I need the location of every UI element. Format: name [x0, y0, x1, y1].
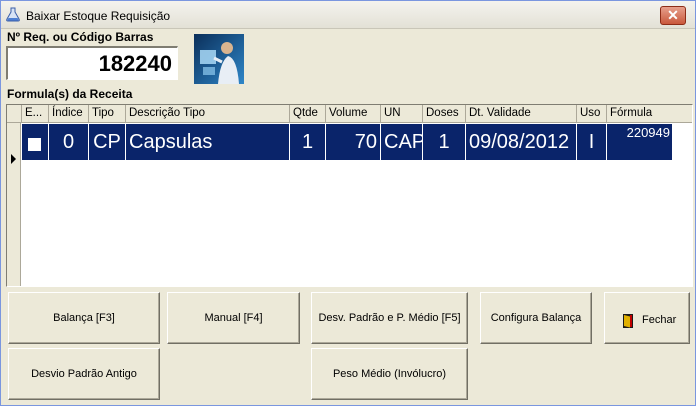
- cell-tipo: CP: [89, 124, 126, 160]
- checkbox-cell[interactable]: [22, 124, 49, 160]
- cell-qtde: 1: [290, 124, 326, 160]
- window-title: Baixar Estoque Requisição: [26, 9, 171, 23]
- flask-icon: [6, 7, 20, 22]
- header-indice[interactable]: Índice: [49, 105, 89, 123]
- cell-indice: 0: [49, 124, 89, 160]
- header-formula[interactable]: Fórmula: [607, 105, 692, 123]
- cell-validade: 09/08/2012: [466, 124, 577, 160]
- header-uso[interactable]: Uso: [577, 105, 607, 123]
- close-button[interactable]: ✕: [660, 6, 686, 25]
- row-checkbox[interactable]: [28, 138, 41, 151]
- table-row[interactable]: 0 CP Capsulas 1 70 CAP 1 09/08/2012 I 22…: [22, 124, 672, 160]
- header-descricao[interactable]: Descrição Tipo: [126, 105, 290, 123]
- configura-balanca-button-label: Configura Balança: [490, 312, 582, 324]
- desvio-padrao-antigo-button-label: Desvio Padrão Antigo: [31, 368, 137, 380]
- cell-volume: 70: [326, 124, 381, 160]
- cell-descricao: Capsulas: [126, 124, 290, 160]
- cell-formula: 220949: [626, 125, 670, 140]
- header-e[interactable]: E...: [22, 105, 49, 123]
- configura-balanca-button[interactable]: Configura Balança: [480, 292, 592, 344]
- balanca-button[interactable]: Balança [F3]: [8, 292, 160, 344]
- request-label: Nº Req. ou Código Barras: [7, 30, 154, 44]
- fechar-button-label: Fechar: [642, 314, 677, 326]
- exit-door-icon: [623, 314, 633, 328]
- current-row-arrow-icon: [11, 154, 16, 164]
- row-indicator-column: [7, 123, 21, 286]
- title-bar[interactable]: Baixar Estoque Requisição ✕: [1, 1, 695, 29]
- formulas-grid[interactable]: E... Índice Tipo Descrição Tipo Qtde Vol…: [6, 104, 693, 287]
- request-code-input[interactable]: [6, 46, 178, 80]
- grid-header: E... Índice Tipo Descrição Tipo Qtde Vol…: [7, 105, 692, 123]
- formulas-label: Formula(s) da Receita: [7, 87, 133, 101]
- header-un[interactable]: UN: [381, 105, 423, 123]
- header-validade[interactable]: Dt. Validade: [466, 105, 577, 123]
- header-indicator: [7, 105, 22, 123]
- desv-padrao-button[interactable]: Desv. Padrão e P. Médio [F5]: [311, 292, 468, 344]
- fechar-button[interactable]: Fechar: [604, 292, 690, 344]
- desv-padrao-button-label: Desv. Padrão e P. Médio [F5]: [318, 312, 461, 324]
- user-touchscreen-image: [194, 34, 244, 84]
- desvio-padrao-antigo-button[interactable]: Desvio Padrão Antigo: [8, 348, 160, 400]
- balanca-button-label: Balança [F3]: [53, 312, 115, 324]
- cell-doses: 1: [423, 124, 466, 160]
- peso-medio-button[interactable]: Peso Médio (Invólucro): [311, 348, 468, 400]
- main-window: Baixar Estoque Requisição ✕ Nº Req. ou C…: [0, 0, 696, 406]
- manual-button-label: Manual [F4]: [204, 312, 263, 324]
- manual-button[interactable]: Manual [F4]: [167, 292, 300, 344]
- header-tipo[interactable]: Tipo: [89, 105, 126, 123]
- peso-medio-button-label: Peso Médio (Invólucro): [332, 368, 447, 380]
- cell-un: CAP: [381, 124, 423, 160]
- header-qtde[interactable]: Qtde: [290, 105, 326, 123]
- cell-uso: I: [577, 124, 607, 160]
- header-volume[interactable]: Volume: [326, 105, 381, 123]
- header-doses[interactable]: Doses: [423, 105, 466, 123]
